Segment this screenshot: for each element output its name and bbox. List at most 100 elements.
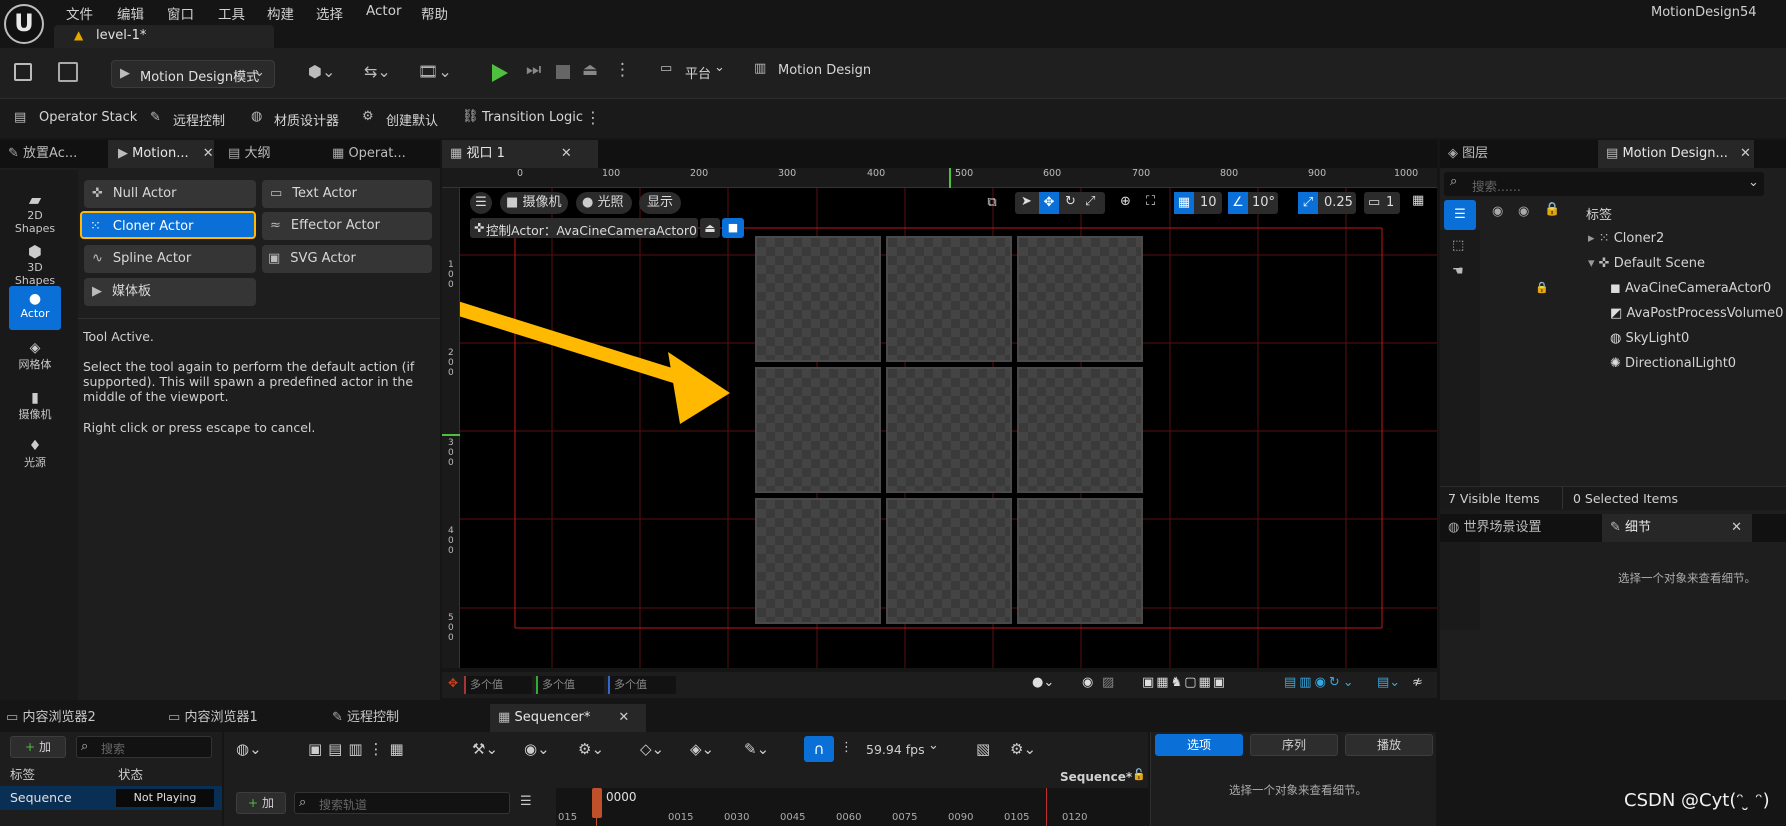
- tab-content-browser-2[interactable]: ▭ 内容浏览器2: [6, 704, 96, 732]
- play-icon[interactable]: [492, 64, 508, 82]
- menu-window[interactable]: 窗口: [167, 3, 194, 23]
- location-x-field[interactable]: 多个值: [464, 676, 532, 694]
- cloner-actor-button[interactable]: ⁙ Cloner Actor: [80, 211, 256, 239]
- outliner-search[interactable]: ⌕ 搜索...... ⌄: [1444, 172, 1764, 196]
- lock-icon[interactable]: 🔓: [1132, 768, 1146, 781]
- scale-icon[interactable]: ⤢: [1085, 194, 1095, 209]
- lock-icon[interactable]: 🔒: [1535, 281, 1549, 294]
- pen-icon[interactable]: ✎⌄: [744, 740, 769, 758]
- key-tool-icon[interactable]: ⚒⌄: [472, 740, 498, 758]
- world-space-icon[interactable]: ⊕: [1120, 194, 1131, 209]
- outliner-row-postprocess[interactable]: ◩ AvaPostProcessVolume0: [1610, 301, 1783, 326]
- settings-icon[interactable]: ⚙⌄: [1010, 740, 1036, 758]
- outliner-row-camera[interactable]: ◼ AvaCineCameraActor0: [1610, 276, 1771, 301]
- tab-motion-design[interactable]: ▶ Motion... ✕: [108, 140, 214, 168]
- tab-viewport-1[interactable]: ▦ 视口 1 ✕: [442, 140, 598, 168]
- angle-snap-control[interactable]: ∠ 10°: [1228, 192, 1278, 214]
- snap-icon[interactable]: ∩: [804, 736, 834, 762]
- location-y-field[interactable]: 多个值: [536, 676, 604, 694]
- cloner-tile[interactable]: [1017, 498, 1143, 624]
- world-icon[interactable]: ◍⌄: [236, 740, 262, 758]
- more-options-icon[interactable]: ⋮: [614, 60, 631, 80]
- keyframe-alt-icon[interactable]: ◈⌄: [690, 740, 714, 758]
- cloner-tile[interactable]: [1017, 367, 1143, 493]
- tab-content-browser-1[interactable]: ▭ 内容浏览器1: [168, 704, 258, 732]
- background-icon[interactable]: ▨: [1102, 675, 1114, 690]
- tab-options[interactable]: 选项: [1155, 734, 1243, 756]
- sequence-row[interactable]: Sequence Not Playing: [0, 786, 222, 810]
- sequence-search[interactable]: ⌕ 搜索: [76, 736, 212, 758]
- surface-snap-icon[interactable]: ⛶: [1146, 194, 1155, 209]
- tab-layers[interactable]: ◈ 图层: [1440, 140, 1590, 168]
- media-plate-button[interactable]: ▶ 媒体板: [84, 278, 256, 306]
- outliner-row-default-scene[interactable]: ▾ ✜ Default Scene: [1588, 251, 1705, 276]
- unreal-logo-icon[interactable]: U: [4, 4, 44, 44]
- render-mode-icon[interactable]: ●⌄: [1032, 675, 1054, 690]
- mode-dropdown[interactable]: ▶ Motion Design模式 ⌄: [111, 60, 275, 88]
- cursor-icon[interactable]: ⬚: [1452, 238, 1464, 253]
- blueprint-icon[interactable]: ⇆⌄: [364, 62, 391, 81]
- scale-snap-control[interactable]: ⤢ 0.25: [1298, 192, 1356, 214]
- text-actor-button[interactable]: ▭ Text Actor: [262, 180, 432, 208]
- eye-icon[interactable]: ◉⌄: [524, 740, 550, 758]
- menu-file[interactable]: 文件: [66, 3, 93, 23]
- grid-snap-control[interactable]: ▦ 10: [1174, 192, 1222, 214]
- close-icon[interactable]: ✕: [1740, 146, 1751, 161]
- close-icon[interactable]: ✕: [561, 146, 572, 161]
- timeline-ruler[interactable]: 0000 015 0015 0030 0045 0060 0075 0090 0…: [556, 788, 1148, 826]
- browse-icon[interactable]: [58, 62, 78, 82]
- tab-motion-design-outliner[interactable]: ▤ Motion Design... ✕: [1598, 140, 1754, 168]
- tab-sequence[interactable]: 序列: [1250, 734, 1338, 756]
- viewport-canvas[interactable]: ☰ ■ 摄像机 ● 光照 显示 ✜ 控制Actor：AvaCineCameraA…: [460, 188, 1437, 668]
- layout-icon[interactable]: ▦: [1412, 193, 1424, 208]
- keyframe-icon[interactable]: ◇⌄: [640, 740, 664, 758]
- filter-icon[interactable]: ☰: [520, 794, 532, 809]
- outliner-row-cloner[interactable]: ▸ ⁙ Cloner2: [1588, 226, 1664, 251]
- outliner-row-directional-light[interactable]: ✺ DirectionalLight0: [1610, 351, 1736, 376]
- category-3d-shapes[interactable]: ⬢ 3D Shapes: [9, 242, 61, 287]
- visibility-alt-icon[interactable]: ◉: [1518, 204, 1529, 219]
- svg-actor-button[interactable]: ▣ SVG Actor: [262, 245, 432, 273]
- null-actor-button[interactable]: ✜ Null Actor: [84, 180, 256, 208]
- tab-sequencer[interactable]: ▦ Sequencer* ✕: [490, 704, 646, 732]
- add-actor-icon[interactable]: ⬢⌄: [308, 62, 335, 81]
- add-track-button[interactable]: + 加: [236, 792, 286, 814]
- motion-design-button[interactable]: Motion Design: [778, 63, 871, 78]
- tab-outliner[interactable]: ▤ 大纲: [220, 140, 320, 168]
- stop-icon[interactable]: [556, 65, 570, 79]
- material-designer-button[interactable]: 材质设计器: [274, 110, 339, 129]
- select-icon[interactable]: ➤: [1021, 194, 1032, 209]
- eject-icon[interactable]: ⏏: [582, 60, 598, 80]
- cloner-tile[interactable]: [886, 367, 1012, 493]
- sequencer-tools-icons[interactable]: ▣▤▥⋮▦: [308, 740, 410, 758]
- hand-icon[interactable]: ☚: [1452, 264, 1464, 279]
- effector-actor-button[interactable]: ≈ Effector Actor: [262, 212, 432, 240]
- step-icon[interactable]: ⏭: [526, 60, 541, 80]
- cinematics-icon[interactable]: 🎞⌄: [418, 62, 452, 81]
- more-options-icon[interactable]: ⋮: [585, 108, 601, 127]
- visibility-icons[interactable]: ▤▥◉↻⌄: [1284, 675, 1357, 690]
- platform-label[interactable]: 平台: [685, 63, 711, 82]
- rotate-icon[interactable]: ↻: [1065, 194, 1076, 209]
- maximize-icon[interactable]: ⧉: [980, 192, 1004, 214]
- menu-actor[interactable]: Actor: [366, 3, 402, 19]
- track-search[interactable]: ⌕ 搜索轨道: [294, 792, 510, 814]
- tab-remote-control[interactable]: ✎ 远程控制: [332, 704, 399, 732]
- more-options-icon[interactable]: ⋮: [840, 740, 853, 755]
- spline-actor-button[interactable]: ∿ Spline Actor: [84, 245, 256, 273]
- category-camera[interactable]: ▮ 摄像机: [9, 390, 61, 422]
- fps-value[interactable]: 59.94 fps: [866, 742, 925, 757]
- create-defaults-button[interactable]: 创建默认: [386, 110, 438, 129]
- tab-place-actors[interactable]: ✎ 放置Ac...: [0, 140, 108, 168]
- category-mesh[interactable]: ◈ 网格体: [9, 340, 61, 372]
- cloner-tile[interactable]: [886, 236, 1012, 362]
- gear-icon[interactable]: ⚙⌄: [578, 740, 604, 758]
- playhead[interactable]: [592, 788, 602, 818]
- outliner-row-skylight[interactable]: ◍ SkyLight0: [1610, 326, 1689, 351]
- cloner-tile[interactable]: [755, 498, 881, 624]
- add-sequence-button[interactable]: + 加: [10, 736, 66, 758]
- camera-speed-control[interactable]: ▭ 1: [1364, 192, 1400, 214]
- menu-help[interactable]: 帮助: [421, 3, 448, 23]
- menu-edit[interactable]: 编辑: [117, 3, 144, 23]
- category-2d-shapes[interactable]: ▰ 2D Shapes: [9, 190, 61, 235]
